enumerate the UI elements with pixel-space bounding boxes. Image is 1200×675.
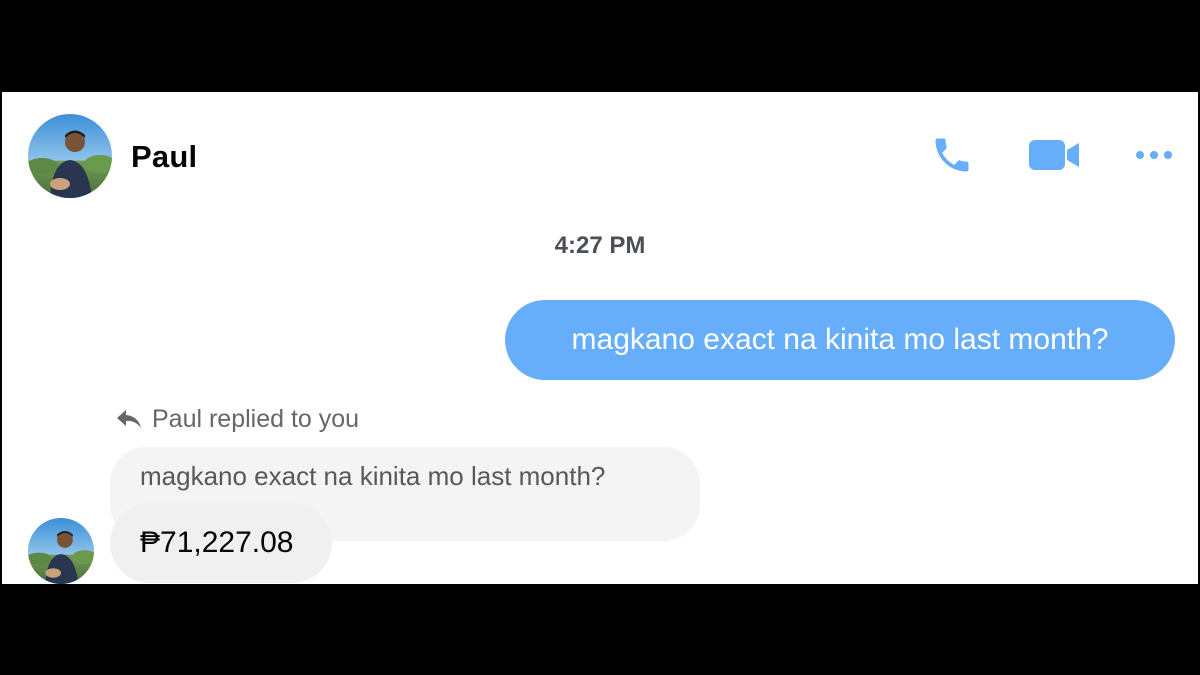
phone-icon	[935, 138, 969, 172]
message-timestamp: 4:27 PM	[554, 232, 646, 259]
chat-window: Paul 4:27 PM magkano exact na kinita mo …	[2, 92, 1198, 584]
chat-header: Paul	[2, 92, 1198, 218]
quoted-message-text: magkano exact na kinita mo last month?	[140, 461, 606, 491]
video-camera-icon	[1029, 140, 1079, 170]
reply-indicator-label: Paul replied to you	[152, 404, 360, 433]
outgoing-message-bubble[interactable]: magkano exact na kinita mo last month?	[505, 300, 1175, 380]
profile-photo	[28, 518, 94, 584]
incoming-message-bubble[interactable]: ₱71,227.08	[110, 503, 332, 583]
more-dots-icon	[1136, 151, 1172, 159]
sender-avatar[interactable]	[28, 518, 94, 584]
audio-call-button[interactable]	[927, 132, 977, 178]
reply-arrow-icon	[117, 410, 141, 428]
profile-photo	[28, 114, 112, 198]
contact-name[interactable]: Paul	[131, 139, 197, 175]
more-options-button[interactable]	[1132, 132, 1176, 178]
contact-avatar[interactable]	[28, 114, 112, 198]
video-call-button[interactable]	[1026, 132, 1082, 178]
reply-indicator: Paul replied to you	[116, 404, 359, 434]
